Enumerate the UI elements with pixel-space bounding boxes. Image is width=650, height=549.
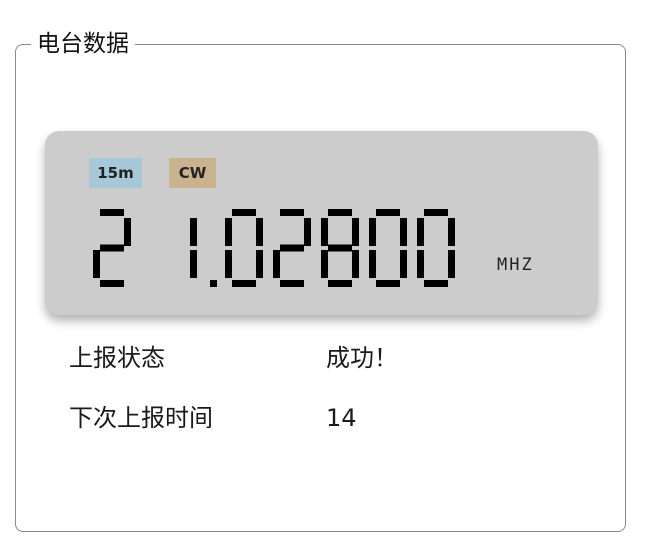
frequency-readout bbox=[93, 199, 465, 287]
report-status-value: 成功！ bbox=[326, 344, 398, 372]
frequency-digit bbox=[93, 209, 131, 287]
band-badge: 15m bbox=[89, 158, 142, 188]
frequency-digit bbox=[190, 218, 197, 278]
frequency-digit bbox=[369, 209, 407, 287]
frequency-digit bbox=[321, 209, 359, 287]
lcd-display: 15m CW MHZ bbox=[45, 131, 598, 315]
decimal-point bbox=[210, 280, 217, 287]
group-title: 电台数据 bbox=[31, 30, 135, 58]
report-status-label: 上报状态 bbox=[69, 344, 165, 372]
frequency-digit bbox=[225, 209, 263, 287]
next-report-time-value: 14 bbox=[326, 404, 357, 432]
next-report-time-label: 下次上报时间 bbox=[69, 404, 213, 432]
frequency-digit bbox=[273, 209, 311, 287]
frequency-unit: MHZ bbox=[497, 255, 534, 275]
mode-badge: CW bbox=[169, 158, 216, 188]
frequency-digit bbox=[417, 209, 455, 287]
